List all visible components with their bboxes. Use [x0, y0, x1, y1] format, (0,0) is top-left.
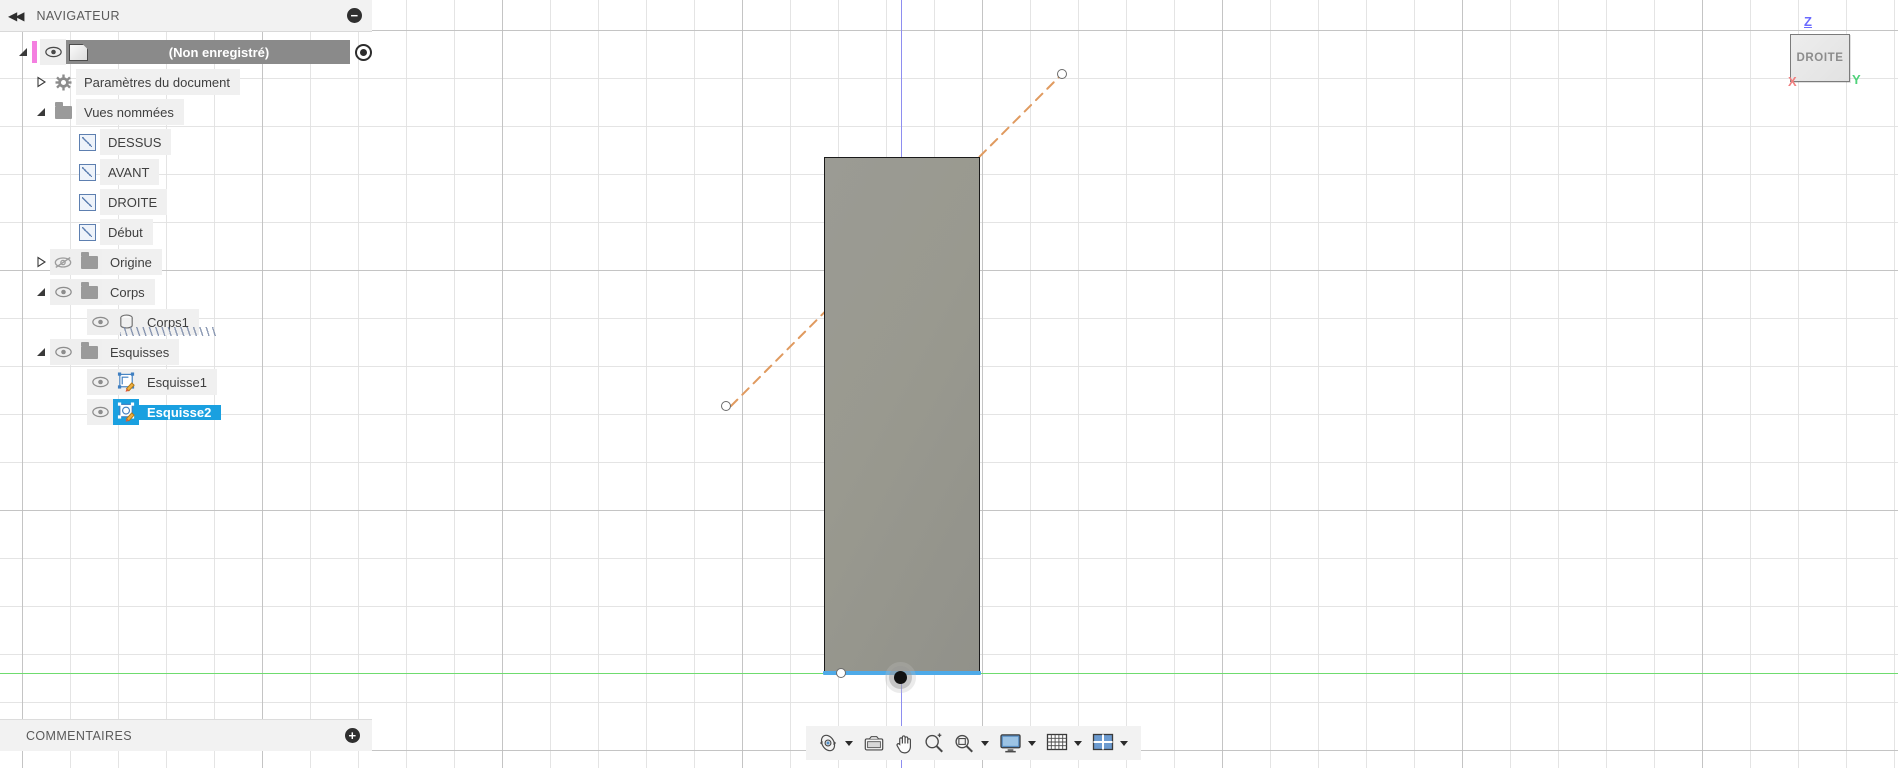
display-settings-icon[interactable] — [996, 728, 1025, 758]
folder-icon — [54, 102, 72, 119]
plus-circle-icon[interactable]: + — [345, 728, 360, 743]
twisty-collapsed[interactable] — [32, 256, 50, 268]
browser-tree: (Non enregistré) Paramètres du document … — [0, 32, 372, 427]
tree-item-label: Vues nommées — [76, 99, 184, 125]
radio-target-icon[interactable] — [355, 43, 372, 61]
navigator-title: NAVIGATEUR — [36, 8, 120, 23]
tree-item-label: DROITE — [100, 189, 168, 215]
comments-title: COMMENTAIRES — [26, 728, 132, 743]
layout-dropdown-caret[interactable] — [1120, 740, 1128, 746]
tree-row-root[interactable]: (Non enregistré) — [0, 37, 372, 67]
display-dropdown-caret[interactable] — [1028, 740, 1036, 746]
cube-icon — [69, 43, 88, 61]
named-view-icon-wrap — [74, 129, 100, 155]
grid-snap-icon[interactable] — [1043, 728, 1071, 758]
zoom-magnifier-icon[interactable] — [920, 728, 948, 758]
tree-row-document-settings[interactable]: Paramètres du document — [0, 67, 372, 97]
axis-label-y: Y — [1852, 72, 1861, 87]
named-view-icon — [78, 163, 96, 181]
sketch-icon-wrap — [113, 369, 139, 395]
sketch-endpoint-bottom-left[interactable] — [836, 668, 846, 678]
eye-icon[interactable] — [50, 339, 76, 365]
tree-item-label: Début — [100, 219, 153, 245]
eye-icon[interactable] — [87, 369, 113, 395]
named-view-icon-wrap — [74, 189, 100, 215]
tree-row-sketch1[interactable]: Esquisse1 — [0, 367, 372, 397]
tree-row-sketches[interactable]: Esquisses — [0, 337, 372, 367]
named-view-icon-wrap — [74, 159, 100, 185]
fit-dropdown-caret[interactable] — [981, 740, 989, 746]
tree-item-label: Esquisse2 — [139, 404, 222, 420]
view-cube[interactable]: DROITE Z X Y — [1776, 12, 1868, 104]
comments-panel[interactable]: COMMENTAIRES + — [0, 719, 372, 751]
twisty-expanded[interactable] — [32, 346, 50, 358]
axis-label-z: Z — [1804, 14, 1812, 29]
folder-icon — [80, 282, 98, 299]
sketch-origin-point[interactable] — [894, 671, 907, 684]
tree-row-body1[interactable]: Corps1 — [0, 307, 372, 337]
axis-label-x: X — [1788, 74, 1797, 89]
sketch-endpoint-upper[interactable] — [1057, 69, 1067, 79]
sketch-icon — [117, 402, 135, 422]
tree-item-label: Origine — [102, 249, 162, 275]
twisty-collapsed[interactable] — [32, 76, 50, 88]
grid-dropdown-caret[interactable] — [1074, 740, 1082, 746]
tree-row-view-debut[interactable]: Début — [0, 217, 372, 247]
tree-row-view-droite[interactable]: DROITE — [0, 187, 372, 217]
tree-item-label: Corps — [102, 279, 155, 305]
tree-item-label: AVANT — [100, 159, 160, 185]
eye-icon[interactable] — [87, 399, 113, 425]
tree-item-label: Esquisses — [102, 339, 180, 365]
eye-icon[interactable] — [87, 309, 113, 335]
look-at-icon[interactable] — [860, 728, 888, 758]
spacer — [50, 69, 76, 95]
navigator-header[interactable]: ◀◀ NAVIGATEUR − — [0, 0, 372, 32]
tree-row-bodies[interactable]: Corps — [0, 277, 372, 307]
tree-item-label: Paramètres du document — [76, 69, 240, 95]
sketch-icon — [117, 372, 135, 392]
minus-circle-icon[interactable]: − — [347, 8, 362, 23]
twisty-expanded[interactable] — [32, 106, 50, 118]
extruded-body[interactable] — [824, 157, 980, 673]
eye-icon[interactable] — [40, 39, 66, 65]
named-view-icon-wrap — [74, 219, 100, 245]
navigation-toolbar — [806, 726, 1141, 760]
fit-zoom-window-icon[interactable] — [950, 728, 978, 758]
tree-item-label: Esquisse1 — [139, 369, 217, 395]
tree-row-view-avant[interactable]: AVANT — [0, 157, 372, 187]
body-hatch-decoration — [120, 327, 216, 336]
twisty-expanded-root[interactable] — [14, 46, 32, 58]
navigator-panel: ◀◀ NAVIGATEUR − (Non enregistré) Paramèt… — [0, 0, 372, 427]
tree-row-view-dessus[interactable]: DESSUS — [0, 127, 372, 157]
viewport-layout-icon[interactable] — [1089, 728, 1117, 758]
folder-icon-wrap — [76, 339, 102, 365]
folder-icon-wrap — [76, 249, 102, 275]
tree-row-sketch2[interactable]: Esquisse2 — [0, 397, 372, 427]
sketch-endpoint-lower[interactable] — [721, 401, 731, 411]
folder-icon — [80, 252, 98, 269]
eye-icon[interactable] — [50, 279, 76, 305]
eye-hidden-icon[interactable] — [50, 249, 76, 275]
orbit-icon[interactable] — [814, 728, 842, 758]
gear-icon — [55, 74, 71, 90]
root-color-bar — [32, 41, 37, 63]
root-node-chip[interactable]: (Non enregistré) — [66, 40, 350, 64]
sketch-icon-wrap — [113, 399, 139, 425]
twisty-expanded[interactable] — [32, 286, 50, 298]
folder-icon-wrap — [76, 279, 102, 305]
tree-row-origin[interactable]: Origine — [0, 247, 372, 277]
tree-item-label: DESSUS — [100, 129, 172, 155]
double-chevron-left-icon[interactable]: ◀◀ — [8, 9, 25, 23]
tree-row-named-views[interactable]: Vues nommées — [0, 97, 372, 127]
named-view-icon — [78, 193, 96, 211]
folder-icon — [80, 342, 98, 359]
named-view-icon — [78, 223, 96, 241]
view-cube-face[interactable]: DROITE — [1790, 34, 1850, 82]
root-node-label: (Non enregistré) — [168, 44, 270, 60]
orbit-dropdown-caret[interactable] — [845, 740, 853, 746]
pan-hand-icon[interactable] — [890, 728, 918, 758]
named-view-icon — [78, 133, 96, 151]
folder-icon-wrap — [50, 99, 76, 125]
